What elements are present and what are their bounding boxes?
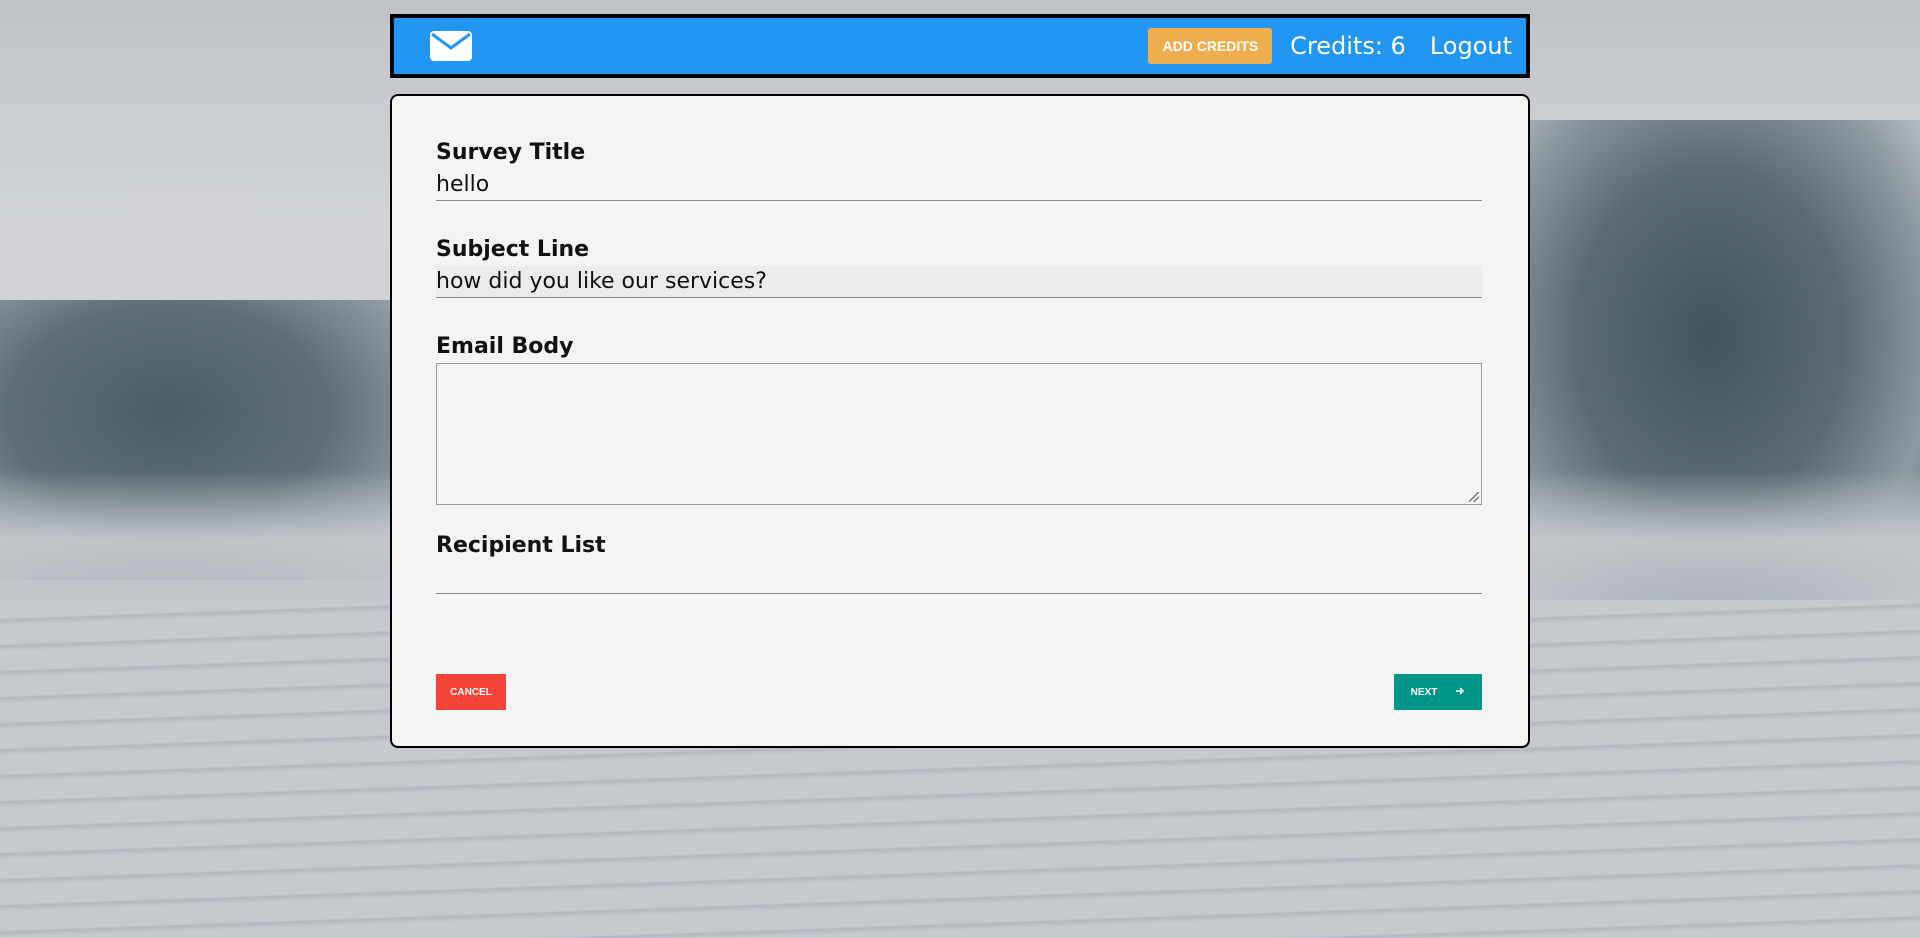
next-button[interactable]: Next [1394,674,1482,710]
email-body-field: Email Body [436,334,1484,505]
email-body-label: Email Body [436,334,574,359]
recipient-list-input[interactable] [436,562,1482,594]
resize-grip-icon[interactable] [1469,492,1479,502]
arrow-right-icon [1455,686,1465,699]
survey-title-label: Survey Title [436,140,586,165]
add-credits-button[interactable]: Add Credits [1148,28,1273,64]
survey-title-input[interactable]: hello [436,169,1482,201]
survey-title-field: Survey Title hello [436,140,1484,201]
subject-line-input[interactable]: how did you like our services? [436,266,1482,298]
credits-count: Credits: 6 [1290,32,1406,60]
logout-link[interactable]: Logout [1430,32,1512,60]
envelope-icon[interactable] [430,30,472,62]
subject-line-field: Subject Line how did you like our servic… [436,237,1484,298]
cancel-button-label: Cancel [450,686,492,698]
next-button-label: Next [1410,686,1438,698]
subject-line-label: Subject Line [436,237,590,262]
cancel-button[interactable]: Cancel [436,674,506,710]
nav-right: Add Credits Credits: 6 Logout [1148,28,1512,64]
recipient-list-field: Recipient List [436,533,1484,594]
navbar: Add Credits Credits: 6 Logout [390,14,1530,78]
email-body-textarea[interactable] [436,363,1482,505]
recipient-list-label: Recipient List [436,533,606,558]
survey-form-card: Survey Title hello Subject Line how did … [390,94,1530,748]
form-actions: Cancel Next [436,674,1482,710]
